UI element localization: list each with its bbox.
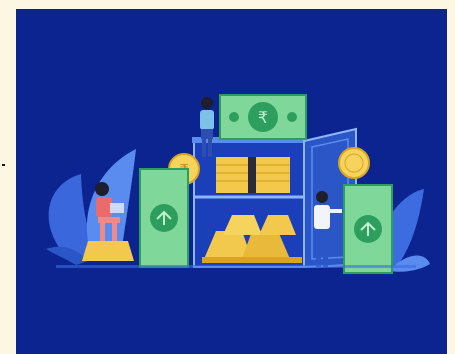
rupee-icon: ₹ <box>258 108 268 127</box>
left-edge-mark <box>2 164 5 166</box>
illustration-panel: ₹ ₹ <box>16 9 447 354</box>
ground-line <box>56 265 416 268</box>
banknote-left <box>139 168 189 268</box>
page-background: ₹ ₹ <box>0 0 455 354</box>
cash-stacks <box>216 157 290 193</box>
banknote-right <box>343 184 393 274</box>
finance-vault-illustration: ₹ ₹ <box>46 94 430 274</box>
banknote-top: ₹ <box>219 94 307 140</box>
coin-right <box>338 147 370 179</box>
